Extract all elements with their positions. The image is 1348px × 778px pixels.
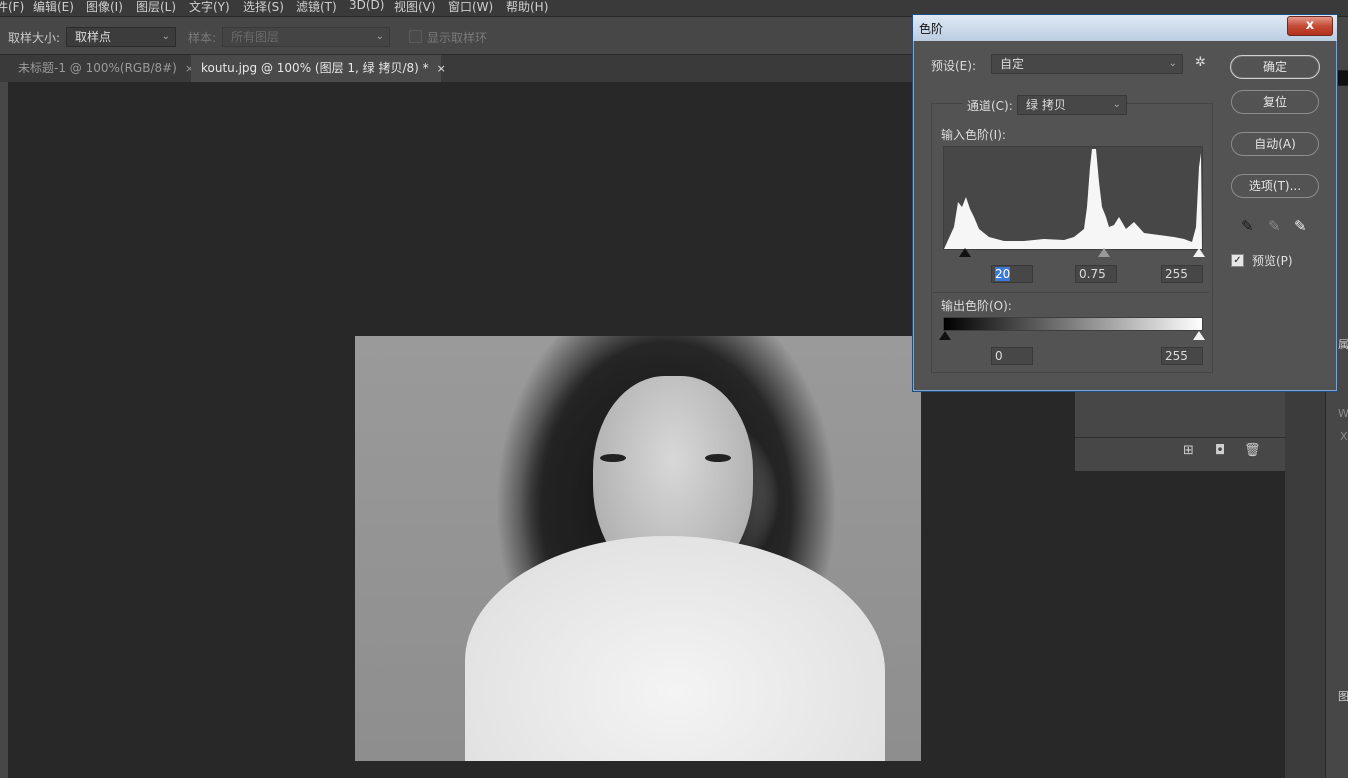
input-gamma-field[interactable]: 0.75 — [1075, 265, 1117, 283]
sample-label: 样本: — [188, 31, 217, 45]
eye-right — [705, 454, 731, 462]
ok-button[interactable]: 确定 — [1230, 55, 1320, 79]
menu-layer[interactable]: 图层(L) — [136, 0, 176, 15]
properties-tab[interactable]: 属 — [1338, 336, 1348, 352]
shirt-shape — [465, 536, 885, 761]
sample-size-select[interactable]: 取样点 ⌄ — [66, 27, 176, 47]
new-layer-icon[interactable]: ⊞ — [1183, 443, 1194, 458]
panel-letter-w: W — [1338, 407, 1348, 420]
tab-label: koutu.jpg @ 100% (图层 1, 绿 拷贝/8) * — [201, 61, 429, 75]
output-gradient — [943, 317, 1203, 331]
options-button[interactable]: 选项(T)... — [1231, 174, 1319, 198]
preset-label: 预设(E): — [931, 59, 976, 73]
input-white-slider[interactable] — [1193, 248, 1205, 257]
divider — [933, 292, 1209, 293]
menu-3d[interactable]: 3D(D) — [349, 0, 384, 12]
sample-select[interactable]: 所有图层 ⌄ — [222, 27, 390, 47]
canvas-image[interactable] — [355, 336, 921, 761]
toolbar-strip — [0, 82, 8, 778]
output-black-field[interactable]: 0 — [991, 347, 1033, 365]
preset-select[interactable]: 自定 ⌄ — [991, 54, 1183, 74]
sample-size-value: 取样点 — [75, 30, 112, 44]
menu-select[interactable]: 选择(S) — [243, 0, 284, 15]
divider — [1075, 437, 1285, 438]
input-black-value: 20 — [995, 267, 1011, 281]
eye-left — [600, 454, 626, 462]
sample-value: 所有图层 — [231, 30, 280, 44]
menu-image[interactable]: 图像(I) — [86, 0, 123, 15]
preview-checkbox[interactable]: ✓ — [1231, 254, 1244, 267]
input-black-slider[interactable] — [959, 248, 971, 257]
trash-icon[interactable]: 🗑 — [1244, 443, 1261, 458]
channel-value: 绿 拷贝 — [1026, 98, 1066, 112]
gray-eyedropper-icon[interactable]: ✎ — [1268, 217, 1281, 235]
preview-label: 预览(P) — [1252, 254, 1293, 268]
close-button[interactable]: x — [1287, 16, 1333, 36]
camera-icon[interactable]: ◘ — [1215, 443, 1225, 458]
sample-size-label: 取样大小: — [8, 31, 61, 45]
menu-filter[interactable]: 滤镜(T) — [296, 0, 337, 15]
panel-letter-x: X — [1340, 430, 1348, 443]
tab-koutu[interactable]: koutu.jpg @ 100% (图层 1, 绿 拷贝/8) * × — [191, 55, 446, 82]
histogram-area — [944, 149, 1202, 249]
menu-help[interactable]: 帮助(H) — [506, 0, 548, 15]
preset-value: 自定 — [1000, 57, 1025, 71]
output-levels-label: 输出色阶(O): — [941, 299, 1012, 313]
tab-untitled[interactable]: 未标题-1 @ 100%(RGB/8#) × — [8, 55, 194, 82]
dialog-title: 色阶 — [919, 22, 944, 36]
chevron-down-icon: ⌄ — [161, 31, 170, 42]
chevron-down-icon: ⌄ — [375, 31, 384, 42]
menu-view[interactable]: 视图(V) — [394, 0, 436, 15]
input-black-field[interactable]: 20 — [991, 265, 1033, 283]
menu-edit[interactable]: 编辑(E) — [33, 0, 74, 15]
histogram — [943, 146, 1203, 250]
levels-dialog: 色阶 x 预设(E): 自定 ⌄ ✲ 通道(C): 绿 拷贝 ⌄ 输入色阶(I)… — [912, 14, 1338, 392]
menu-window[interactable]: 窗口(W) — [448, 0, 493, 15]
black-eyedropper-icon[interactable]: ✎ — [1241, 217, 1254, 235]
dialog-titlebar[interactable]: 色阶 x — [913, 15, 1337, 41]
white-eyedropper-icon[interactable]: ✎ — [1294, 217, 1307, 235]
histogram-graph — [944, 149, 1202, 249]
chevron-down-icon: ⌄ — [1112, 99, 1121, 110]
channel-select[interactable]: 绿 拷贝 ⌄ — [1017, 95, 1127, 115]
input-gamma-slider[interactable] — [1098, 248, 1110, 257]
menu-file[interactable]: 件(F) — [0, 0, 24, 15]
chevron-down-icon: ⌄ — [1168, 58, 1177, 69]
menu-type[interactable]: 文字(Y) — [189, 0, 230, 15]
output-black-slider[interactable] — [939, 331, 951, 340]
layers-tab[interactable]: 图 — [1338, 688, 1348, 704]
auto-button[interactable]: 自动(A) — [1231, 132, 1319, 156]
input-white-field[interactable]: 255 — [1161, 265, 1203, 283]
output-white-field[interactable]: 255 — [1161, 347, 1203, 365]
gear-icon[interactable]: ✲ — [1195, 55, 1206, 70]
close-icon[interactable]: × — [437, 62, 446, 75]
output-white-slider[interactable] — [1193, 331, 1205, 340]
tab-label: 未标题-1 @ 100%(RGB/8#) — [18, 61, 177, 75]
channel-label: 通道(C): — [963, 97, 1017, 114]
reset-button[interactable]: 复位 — [1231, 90, 1319, 114]
show-ring-checkbox[interactable] — [409, 30, 422, 43]
show-ring-label: 显示取样环 — [427, 31, 488, 45]
input-levels-label: 输入色阶(I): — [941, 128, 1006, 142]
